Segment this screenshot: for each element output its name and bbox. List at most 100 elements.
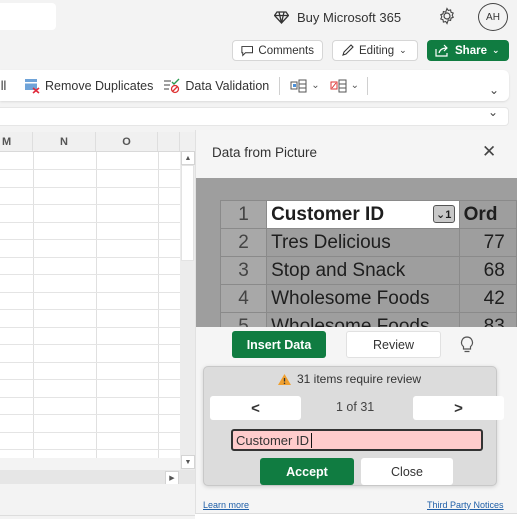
grid-row-line — [0, 222, 180, 223]
grid-row-line — [0, 169, 180, 170]
grid-row-line — [0, 292, 180, 293]
comment-icon — [241, 45, 253, 57]
comments-button[interactable]: Comments — [232, 40, 323, 61]
chevron-down-icon: ⌄ — [311, 80, 320, 91]
ribbon: ill Remove Duplicates Data Validation ⌄ … — [0, 70, 509, 101]
column-header-n[interactable]: N — [33, 132, 96, 151]
preview-cell: Wholesome Foods — [266, 312, 460, 327]
avatar[interactable]: AH — [478, 3, 508, 31]
row-number: 1 — [219, 200, 268, 229]
next-item-button[interactable]: > — [413, 396, 504, 420]
chevron-down-icon: ⌄ — [350, 80, 360, 91]
remove-duplicates-button[interactable]: Remove Duplicates — [24, 70, 153, 101]
preview-cell-highlighted[interactable]: Customer ID ⌄1 — [266, 200, 460, 229]
ungroup-button[interactable]: ⌄ — [330, 70, 359, 101]
avatar-initials: AH — [486, 11, 500, 23]
status-bar — [0, 484, 195, 516]
remove-duplicates-label: Remove Duplicates — [45, 78, 154, 93]
grid-column-line — [33, 132, 34, 458]
grid-row-line — [0, 327, 180, 328]
scrollbar-thumb[interactable] — [181, 165, 194, 261]
scroll-up-button[interactable]: ▲ — [181, 151, 195, 165]
spreadsheet-grid[interactable] — [0, 132, 180, 458]
group-icon — [290, 79, 307, 92]
row-number: 4 — [219, 284, 268, 313]
grid-row-line — [0, 414, 180, 415]
bottom-strip — [195, 513, 517, 519]
ribbon-expand-button[interactable]: ⌄ — [489, 83, 499, 97]
grid-row-line — [0, 204, 180, 205]
formula-bar[interactable]: ⌄ — [0, 105, 509, 126]
chevron-down-icon: ⌄ — [399, 45, 407, 55]
row-number: 2 — [219, 228, 268, 257]
preview-cell: 77 — [458, 228, 517, 257]
column-header-m[interactable]: M — [0, 132, 33, 151]
editing-mode-button[interactable]: Editing ⌄ — [332, 40, 418, 61]
flash-fill-label: ill — [0, 78, 7, 93]
formula-expand-icon[interactable]: ⌄ — [488, 105, 498, 119]
grid-row-line — [0, 397, 180, 398]
gear-icon[interactable] — [438, 7, 456, 25]
table-row: 3 Stop and Snack 68 — [219, 256, 517, 285]
grid-row-line — [0, 449, 180, 450]
column-header-o[interactable]: O — [96, 132, 158, 151]
grid-row-line — [0, 309, 180, 310]
sort-icon: ⌄1 — [432, 205, 455, 223]
lightbulb-icon[interactable] — [458, 335, 476, 355]
share-label: Share — [455, 44, 487, 57]
previous-item-button[interactable]: < — [210, 396, 301, 420]
data-validation-icon — [164, 78, 180, 93]
scroll-right-button[interactable]: ▶ — [165, 471, 179, 485]
learn-more-link[interactable]: Learn more — [203, 500, 249, 510]
scroll-down-button[interactable]: ▼ — [181, 455, 195, 469]
preview-cell: Ord — [458, 200, 517, 229]
grid-row-line — [0, 344, 180, 345]
preview-cell: 68 — [458, 256, 517, 285]
comments-label: Comments — [258, 44, 314, 57]
review-value-input[interactable]: Customer ID — [231, 429, 483, 451]
preview-cell: Stop and Snack — [266, 256, 460, 285]
close-review-button[interactable]: Close — [361, 458, 453, 485]
close-icon[interactable]: ✕ — [482, 142, 496, 162]
share-button[interactable]: Share ⌄ — [427, 40, 509, 61]
chevron-down-icon: ⌄ — [491, 45, 500, 55]
preview-cell: Tres Delicious — [266, 228, 460, 257]
table-row: 5 Wholesome Foods 83 — [219, 312, 517, 327]
insert-data-button[interactable]: Insert Data — [232, 331, 326, 358]
grid-row-line — [0, 432, 180, 433]
ungroup-icon — [330, 79, 347, 92]
buy-microsoft-365-link[interactable]: Buy Microsoft 365 — [274, 8, 401, 26]
share-icon — [435, 44, 448, 57]
buy-label: Buy Microsoft 365 — [297, 9, 402, 25]
review-position: 1 of 31 — [336, 400, 375, 414]
row-number: 5 — [219, 312, 268, 327]
preview-table: 1 Customer ID ⌄1 Ord 2 Tres Delicious 77 … — [219, 200, 517, 327]
review-warning: 31 items require review — [277, 372, 421, 386]
column-headers: M N O — [0, 132, 195, 152]
group-button[interactable]: ⌄ — [290, 70, 320, 101]
preview-cell: 42 — [458, 284, 517, 313]
data-validation-button[interactable]: Data Validation — [163, 70, 269, 101]
third-party-notices-link[interactable]: Third Party Notices — [427, 500, 504, 510]
remove-duplicates-icon — [25, 78, 40, 94]
ribbon-separator — [367, 76, 369, 95]
grid-row-line — [0, 274, 180, 275]
ribbon-separator — [279, 76, 281, 95]
column-header-p[interactable] — [158, 132, 180, 151]
grid-column-line — [96, 132, 97, 458]
editing-label: Editing — [359, 44, 395, 57]
table-row: 4 Wholesome Foods 42 — [219, 284, 517, 313]
search-box[interactable] — [0, 3, 56, 30]
grid-row-line — [0, 239, 180, 240]
row-number: 3 — [219, 256, 268, 285]
grid-row-line — [0, 362, 180, 363]
grid-row-line — [0, 187, 180, 188]
table-row: 2 Tres Delicious 77 — [219, 228, 517, 257]
review-button[interactable]: Review — [346, 331, 441, 358]
grid-row-line — [0, 379, 180, 380]
data-validation-label: Data Validation — [185, 78, 270, 93]
table-row: 1 Customer ID ⌄1 Ord — [219, 200, 517, 229]
grid-row-line — [0, 257, 180, 258]
flash-fill-button[interactable]: ill — [0, 70, 20, 101]
accept-button[interactable]: Accept — [260, 458, 354, 485]
